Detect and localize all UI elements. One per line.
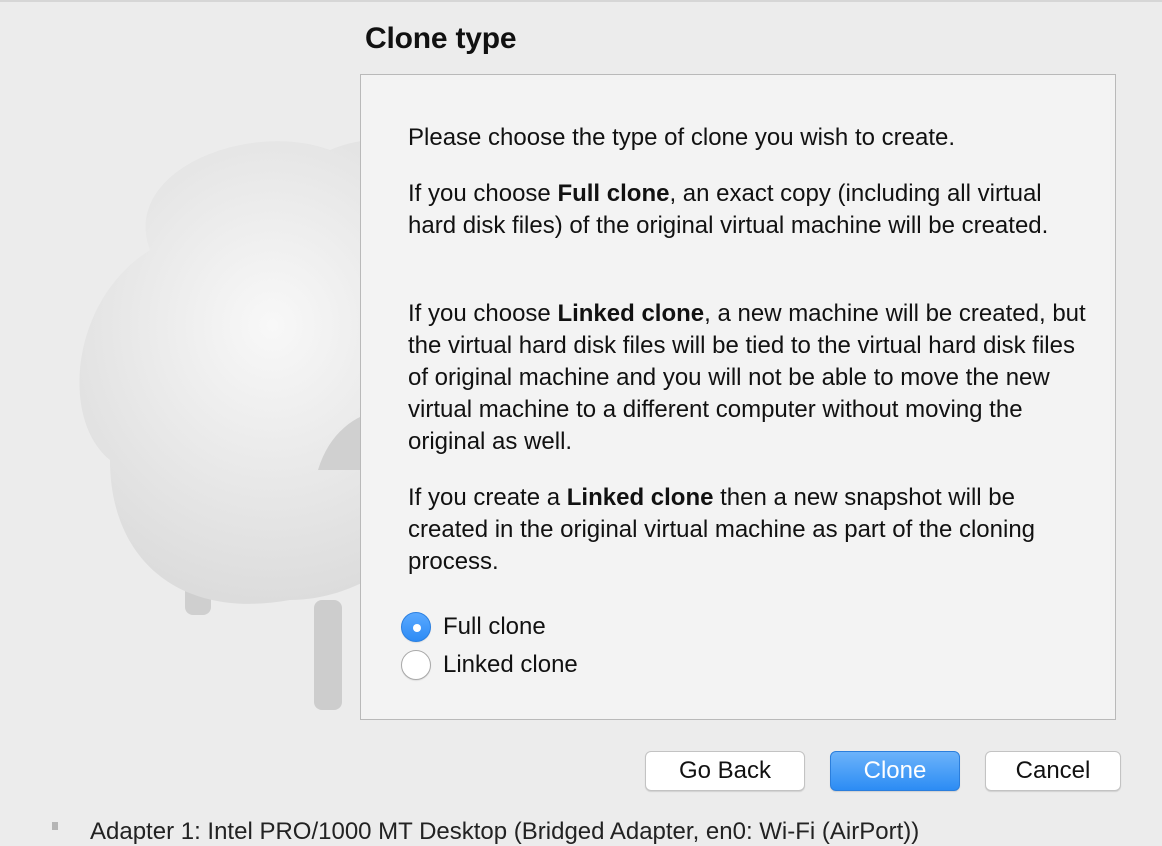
desc-emphasis: Linked clone — [557, 300, 705, 327]
snapshot-description: If you create a Linked clone then a new … — [408, 482, 1088, 578]
background-network-adapter-text: Adapter 1: Intel PRO/1000 MT Desktop (Br… — [90, 818, 920, 845]
linked-clone-radio[interactable] — [401, 650, 431, 680]
intro-text: Please choose the type of clone you wish… — [408, 124, 955, 151]
page-title: Clone type — [365, 22, 517, 55]
clone-button[interactable]: Clone — [830, 751, 960, 791]
full-clone-label[interactable]: Full clone — [443, 611, 546, 643]
background-window-edge — [52, 822, 58, 830]
full-clone-description: If you choose Full clone, an exact copy … — [408, 178, 1088, 242]
linked-clone-label[interactable]: Linked clone — [443, 649, 578, 681]
desc-text: If you create a — [408, 484, 567, 511]
go-back-button[interactable]: Go Back — [645, 751, 805, 791]
full-clone-radio[interactable] — [401, 612, 431, 642]
linked-clone-option[interactable]: Linked clone — [401, 649, 578, 681]
desc-text: If you choose — [408, 180, 558, 207]
desc-text: If you choose — [408, 300, 558, 327]
full-clone-option[interactable]: Full clone — [401, 611, 546, 643]
cancel-button[interactable]: Cancel — [985, 751, 1121, 791]
desc-emphasis: Linked clone — [566, 484, 714, 511]
desc-emphasis: Full clone — [557, 180, 670, 207]
linked-clone-description: If you choose Linked clone, a new machin… — [408, 298, 1088, 458]
